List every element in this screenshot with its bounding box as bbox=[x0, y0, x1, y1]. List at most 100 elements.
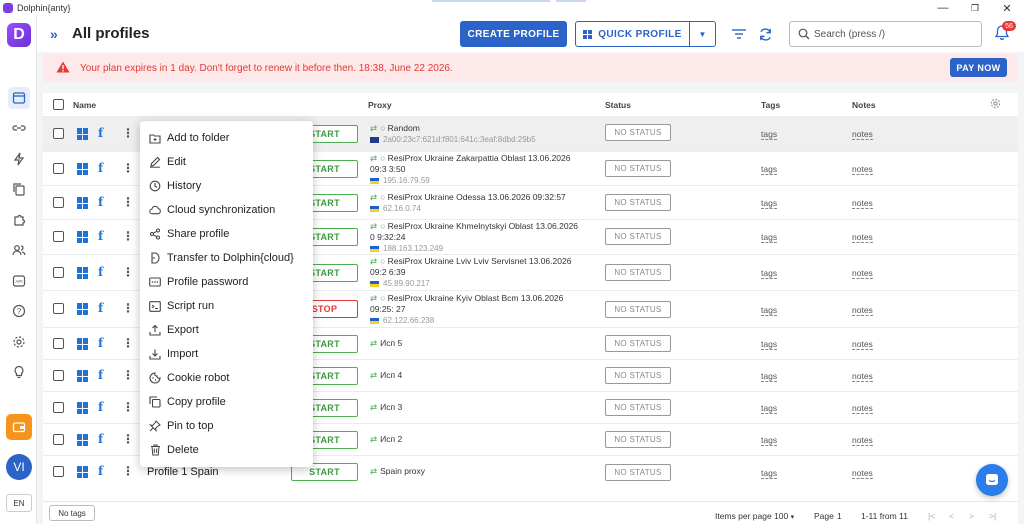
row-checkbox[interactable] bbox=[53, 267, 64, 278]
menu-item-transfer-to-cloud[interactable]: Transfer to Dolphin{cloud} bbox=[140, 246, 313, 270]
notes-link[interactable]: notes bbox=[852, 232, 873, 243]
tags-link[interactable]: tags bbox=[761, 305, 778, 316]
status-badge[interactable]: NO STATUS bbox=[605, 301, 671, 318]
row-checkbox[interactable] bbox=[53, 303, 64, 314]
menu-item-cloud-sync[interactable]: Cloud synchronization bbox=[140, 198, 313, 222]
row-menu-icon[interactable]: ⋮ bbox=[122, 336, 134, 350]
tags-link[interactable]: tags bbox=[761, 371, 778, 382]
quick-profile-dropdown[interactable]: ▼ bbox=[689, 21, 716, 47]
brand-logo-icon[interactable]: D bbox=[7, 23, 31, 47]
menu-item-profile-password[interactable]: Profile password bbox=[140, 270, 313, 294]
column-name[interactable]: Name bbox=[73, 100, 96, 110]
proxy-check-icon[interactable]: ○ bbox=[380, 123, 385, 133]
proxy-swap-icon[interactable]: ⇄ bbox=[370, 402, 377, 412]
row-menu-icon[interactable]: ⋮ bbox=[122, 432, 134, 446]
tags-link[interactable]: tags bbox=[761, 339, 778, 350]
menu-item-script-run[interactable]: Script run bbox=[140, 294, 313, 318]
copy-nav-icon[interactable] bbox=[8, 178, 30, 200]
row-checkbox[interactable] bbox=[53, 402, 64, 413]
tags-link[interactable]: tags bbox=[761, 164, 778, 175]
link-icon[interactable] bbox=[8, 117, 30, 139]
row-menu-icon[interactable]: ⋮ bbox=[122, 161, 134, 175]
expand-sidebar-icon[interactable]: » bbox=[50, 26, 58, 42]
proxy-swap-icon[interactable]: ⇄ bbox=[370, 192, 377, 202]
last-page-icon[interactable]: >| bbox=[989, 511, 996, 521]
row-menu-icon[interactable]: ⋮ bbox=[122, 464, 134, 478]
proxy-check-icon[interactable]: ○ bbox=[380, 192, 385, 202]
profile-name[interactable]: Profile 1 Spain bbox=[147, 466, 219, 478]
proxy-swap-icon[interactable]: ⇄ bbox=[370, 256, 377, 266]
menu-item-history[interactable]: History bbox=[140, 174, 313, 198]
status-badge[interactable]: NO STATUS bbox=[605, 228, 671, 245]
proxy-swap-icon[interactable]: ⇄ bbox=[370, 434, 377, 444]
settings-icon[interactable] bbox=[8, 331, 30, 353]
tags-link[interactable]: tags bbox=[761, 403, 778, 414]
menu-item-import[interactable]: Import bbox=[140, 342, 313, 366]
tags-link[interactable]: tags bbox=[761, 232, 778, 243]
menu-item-delete[interactable]: Delete bbox=[140, 438, 313, 462]
proxy-swap-icon[interactable]: ⇄ bbox=[370, 293, 377, 303]
quick-profile-button[interactable]: QUICK PROFILE bbox=[575, 21, 690, 47]
automation-icon[interactable] bbox=[8, 148, 30, 170]
close-window-button[interactable]: ✕ bbox=[992, 0, 1022, 16]
tags-link[interactable]: tags bbox=[761, 129, 778, 140]
proxy-check-icon[interactable]: ○ bbox=[380, 153, 385, 163]
row-checkbox[interactable] bbox=[53, 338, 64, 349]
menu-item-share-profile[interactable]: Share profile bbox=[140, 222, 313, 246]
proxy-check-icon[interactable]: ○ bbox=[380, 293, 385, 303]
select-all-checkbox[interactable] bbox=[53, 99, 64, 110]
next-page-icon[interactable]: > bbox=[969, 511, 974, 521]
row-checkbox[interactable] bbox=[53, 128, 64, 139]
first-page-icon[interactable]: |< bbox=[928, 511, 935, 521]
status-badge[interactable]: NO STATUS bbox=[605, 367, 671, 384]
column-settings-icon[interactable] bbox=[990, 98, 1001, 111]
tags-link[interactable]: tags bbox=[761, 268, 778, 279]
column-proxy[interactable]: Proxy bbox=[368, 100, 392, 110]
tags-link[interactable]: tags bbox=[761, 198, 778, 209]
notes-link[interactable]: notes bbox=[852, 268, 873, 279]
status-badge[interactable]: NO STATUS bbox=[605, 464, 671, 481]
proxy-swap-icon[interactable]: ⇄ bbox=[370, 221, 377, 231]
column-status[interactable]: Status bbox=[605, 100, 631, 110]
row-checkbox[interactable] bbox=[53, 466, 64, 477]
row-checkbox[interactable] bbox=[53, 231, 64, 242]
status-badge[interactable]: NO STATUS bbox=[605, 335, 671, 352]
menu-item-copy-profile[interactable]: Copy profile bbox=[140, 390, 313, 414]
tags-link[interactable]: tags bbox=[761, 435, 778, 446]
notes-link[interactable]: notes bbox=[852, 435, 873, 446]
row-checkbox[interactable] bbox=[53, 197, 64, 208]
status-badge[interactable]: NO STATUS bbox=[605, 399, 671, 416]
row-checkbox[interactable] bbox=[53, 434, 64, 445]
status-badge[interactable]: NO STATUS bbox=[605, 160, 671, 177]
row-menu-icon[interactable]: ⋮ bbox=[122, 400, 134, 414]
status-badge[interactable]: NO STATUS bbox=[605, 264, 671, 281]
profiles-nav-icon[interactable] bbox=[8, 87, 30, 109]
row-menu-icon[interactable]: ⋮ bbox=[122, 368, 134, 382]
api-icon[interactable]: API bbox=[8, 270, 30, 292]
refresh-icon[interactable] bbox=[756, 25, 774, 43]
language-selector[interactable]: EN bbox=[6, 494, 32, 512]
proxy-check-icon[interactable]: ○ bbox=[380, 221, 385, 231]
proxy-swap-icon[interactable]: ⇄ bbox=[370, 123, 377, 133]
notes-link[interactable]: notes bbox=[852, 371, 873, 382]
row-checkbox[interactable] bbox=[53, 370, 64, 381]
lightbulb-icon[interactable] bbox=[8, 361, 30, 383]
tags-link[interactable]: tags bbox=[761, 468, 778, 479]
items-per-page-select[interactable]: 100 ▾ bbox=[774, 511, 794, 521]
row-menu-icon[interactable]: ⋮ bbox=[122, 265, 134, 279]
row-menu-icon[interactable]: ⋮ bbox=[122, 301, 134, 315]
notes-link[interactable]: notes bbox=[852, 339, 873, 350]
notes-link[interactable]: notes bbox=[852, 198, 873, 209]
notes-link[interactable]: notes bbox=[852, 468, 873, 479]
prev-page-icon[interactable]: < bbox=[949, 511, 954, 521]
chat-support-button[interactable] bbox=[976, 464, 1008, 496]
column-tags[interactable]: Tags bbox=[761, 100, 780, 110]
status-badge[interactable]: NO STATUS bbox=[605, 194, 671, 211]
status-badge[interactable]: NO STATUS bbox=[605, 124, 671, 141]
filter-icon[interactable] bbox=[730, 25, 748, 43]
row-menu-icon[interactable]: ⋮ bbox=[122, 195, 134, 209]
menu-item-export[interactable]: Export bbox=[140, 318, 313, 342]
row-menu-icon[interactable]: ⋮ bbox=[122, 229, 134, 243]
menu-item-pin-to-top[interactable]: Pin to top bbox=[140, 414, 313, 438]
create-profile-button[interactable]: CREATE PROFILE bbox=[460, 21, 567, 47]
